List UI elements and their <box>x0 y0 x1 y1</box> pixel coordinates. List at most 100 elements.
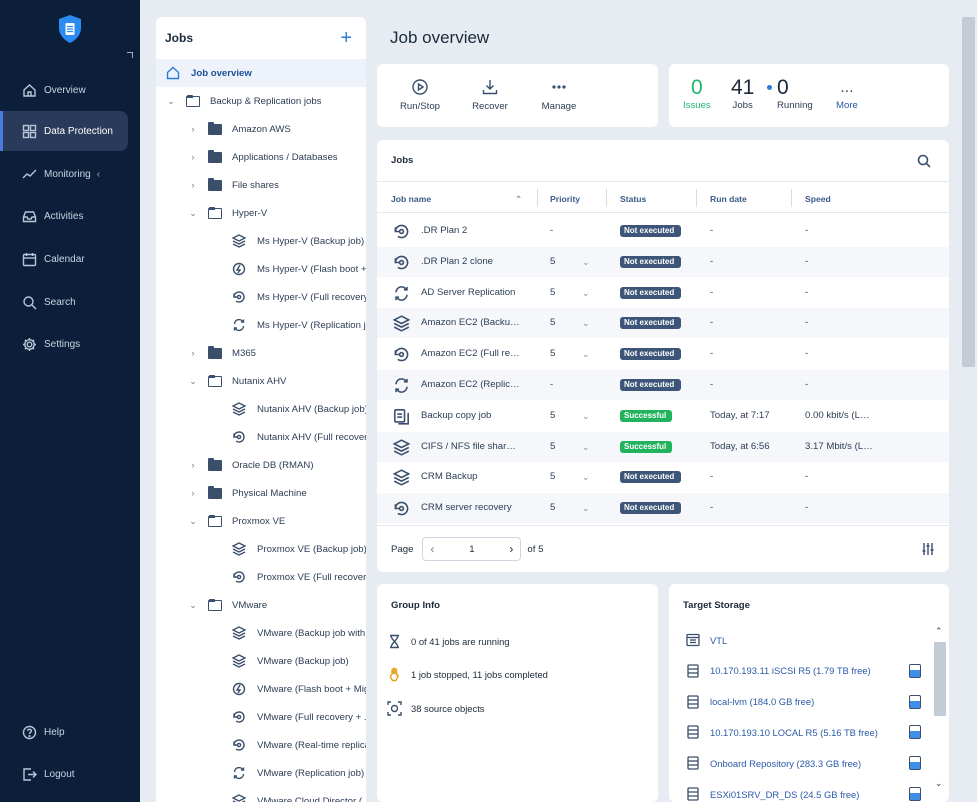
tree-item[interactable]: Nutanix AHV (Backup job) <box>156 395 366 423</box>
tree-item[interactable]: Ms Hyper-V (Backup job) <box>156 227 366 255</box>
sort-asc-icon[interactable]: ⌃ <box>515 194 522 205</box>
storage-item[interactable]: VTL <box>686 633 931 647</box>
jobs-stat[interactable]: 41 Jobs <box>731 76 754 111</box>
tree-item[interactable]: Ms Hyper-V (Full recovery) <box>156 283 366 311</box>
chevron-down-icon[interactable]: ⌄ <box>188 376 198 387</box>
col-job-name[interactable]: Job name <box>391 194 431 204</box>
col-speed[interactable]: Speed <box>805 194 831 204</box>
priority-dropdown-icon[interactable]: ⌄ <box>582 278 590 308</box>
tree-item[interactable]: VMware Cloud Director (...) <box>156 787 366 802</box>
storage-item[interactable]: Onboard Repository (283.3 GB free) <box>686 756 931 771</box>
tree-item[interactable]: Ms Hyper-V (Replication job) <box>156 311 366 339</box>
job-name[interactable]: Backup copy job <box>421 401 521 431</box>
table-row[interactable]: Amazon EC2 (Replication job) - Not execute… <box>377 370 949 400</box>
priority-dropdown-icon[interactable]: ⌄ <box>582 493 590 523</box>
col-priority[interactable]: Priority <box>550 194 580 204</box>
tree-folder[interactable]: ⌄ Nutanix AHV <box>156 367 366 395</box>
table-row[interactable]: CRM server recovery 5 ⌄ Not executed - - <box>377 493 949 524</box>
nav-item-help[interactable]: Help <box>0 712 128 752</box>
tree-item[interactable]: Proxmox VE (Backup job) <box>156 535 366 563</box>
page-scrollbar[interactable] <box>960 17 977 802</box>
manage-button[interactable]: Manage <box>529 78 589 112</box>
table-row[interactable]: Amazon EC2 (Full recovery) 5 ⌄ Not executed… <box>377 339 949 369</box>
table-row[interactable]: Amazon EC2 (Backup job) 5 ⌄ Not executed - - <box>377 308 949 339</box>
storage-scrollbar[interactable]: ⌃ ⌄ <box>933 626 947 802</box>
job-name[interactable]: CRM server recovery <box>421 493 521 523</box>
nav-item-activities[interactable]: Activities <box>0 196 128 236</box>
chevron-right-icon[interactable]: › <box>188 488 198 498</box>
priority-dropdown-icon[interactable]: ⌄ <box>582 339 590 369</box>
add-job-button[interactable]: + <box>340 27 352 50</box>
column-settings-icon[interactable] <box>921 542 935 556</box>
tree-item[interactable]: Nutanix AHV (Full recovery) <box>156 423 366 451</box>
tree-folder[interactable]: › Applications / Databases <box>156 143 366 171</box>
chevron-down-icon[interactable]: ⌄ <box>188 208 198 219</box>
collapse-nav-icon[interactable] <box>127 52 133 58</box>
priority-dropdown-icon[interactable]: ⌄ <box>582 462 590 492</box>
scroll-up-icon[interactable]: ⌃ <box>935 626 943 637</box>
table-row[interactable]: .DR Plan 2 - Not executed - - <box>377 216 949 246</box>
job-name[interactable]: CRM Backup <box>421 462 521 492</box>
chevron-right-icon[interactable]: › <box>188 152 198 162</box>
page-number[interactable]: 1 <box>469 544 474 555</box>
priority-dropdown-icon[interactable]: ⌄ <box>582 432 590 462</box>
tree-item[interactable]: Proxmox VE (Full recovery) <box>156 563 366 591</box>
nav-item-data-protection[interactable]: Data Protection <box>0 111 128 151</box>
prev-page-icon[interactable]: ‹ <box>430 542 434 556</box>
tree-folder[interactable]: ⌄ VMware <box>156 591 366 619</box>
job-name[interactable]: CIFS / NFS file share backup <box>421 432 521 462</box>
tree-item[interactable]: Ms Hyper-V (Flash boot + Migration) <box>156 255 366 283</box>
table-row[interactable]: Backup copy job 5 ⌄ Successful Today, at 7:1… <box>377 401 949 431</box>
table-row[interactable]: .DR Plan 2 clone 5 ⌄ Not executed - - <box>377 246 949 277</box>
col-status[interactable]: Status <box>620 194 646 204</box>
priority-dropdown-icon[interactable]: ⌄ <box>582 247 590 277</box>
next-page-icon[interactable]: › <box>509 542 513 556</box>
run-stop-button[interactable]: Run/Stop <box>390 78 450 112</box>
storage-item[interactable]: ESXi01SRV_DR_DS (24.5 GB free) <box>686 787 931 801</box>
tree-item[interactable]: VMware (Replication job) <box>156 759 366 787</box>
chevron-down-icon[interactable]: ⌄ <box>188 600 198 611</box>
chevron-right-icon[interactable]: › <box>188 460 198 470</box>
nav-item-settings[interactable]: Settings <box>0 324 128 364</box>
storage-item[interactable]: local-lvm (184.0 GB free) <box>686 694 931 709</box>
tree-folder[interactable]: › Physical Machine <box>156 479 366 507</box>
tree-folder[interactable]: › Oracle DB (RMAN) <box>156 451 366 479</box>
nav-item-overview[interactable]: Overview <box>0 70 128 110</box>
job-name[interactable]: Amazon EC2 (Replication job) <box>421 370 521 400</box>
tree-folder[interactable]: ⌄ Hyper-V <box>156 199 366 227</box>
storage-item[interactable]: 10.170.193.10 LOCAL R5 (5.16 TB free) <box>686 725 931 740</box>
nav-item-monitoring[interactable]: Monitoring ‹ <box>0 154 128 194</box>
chevron-right-icon[interactable]: › <box>188 180 198 190</box>
tree-folder[interactable]: › Amazon AWS <box>156 115 366 143</box>
more-stat[interactable]: ... More <box>836 76 858 111</box>
job-name[interactable]: .DR Plan 2 <box>421 216 521 246</box>
table-row[interactable]: CIFS / NFS file share backup 5 ⌄ Successful… <box>377 431 949 462</box>
tree-folder[interactable]: › File shares <box>156 171 366 199</box>
tree-item[interactable]: Job overview <box>156 59 366 87</box>
job-name[interactable]: AD Server Replication <box>421 278 521 308</box>
tree-item[interactable]: VMware (Real-time replication) <box>156 731 366 759</box>
chevron-down-icon[interactable]: ⌄ <box>188 516 198 527</box>
job-name[interactable]: Amazon EC2 (Full recovery) <box>421 339 521 369</box>
tree-folder[interactable]: ⌄ Backup & Replication jobs <box>156 87 366 115</box>
nav-item-search[interactable]: Search <box>0 282 128 322</box>
tree-folder[interactable]: ⌄ Proxmox VE <box>156 507 366 535</box>
scroll-down-icon[interactable]: ⌄ <box>935 778 943 789</box>
page-scroll-thumb[interactable] <box>962 17 975 367</box>
search-icon[interactable] <box>917 154 931 168</box>
page-input[interactable]: ‹ 1 › <box>422 537 522 561</box>
priority-dropdown-icon[interactable]: ⌄ <box>582 308 590 338</box>
tree-item[interactable]: VMware (Full recovery + ...) <box>156 703 366 731</box>
nav-item-calendar[interactable]: Calendar <box>0 239 128 279</box>
col-run-date[interactable]: Run date <box>710 194 747 204</box>
chevron-right-icon[interactable]: › <box>188 124 198 134</box>
chevron-down-icon[interactable]: ⌄ <box>166 96 176 107</box>
priority-dropdown-icon[interactable]: ⌄ <box>582 401 590 431</box>
table-row[interactable]: CRM Backup 5 ⌄ Not executed - - <box>377 462 949 492</box>
job-name[interactable]: .DR Plan 2 clone <box>421 247 521 277</box>
scroll-thumb[interactable] <box>934 642 946 716</box>
running-stat[interactable]: 0 Running <box>767 76 813 111</box>
recover-button[interactable]: Recover <box>460 78 520 112</box>
issues-stat[interactable]: 0 Issues <box>683 76 711 111</box>
chevron-right-icon[interactable]: › <box>188 348 198 358</box>
